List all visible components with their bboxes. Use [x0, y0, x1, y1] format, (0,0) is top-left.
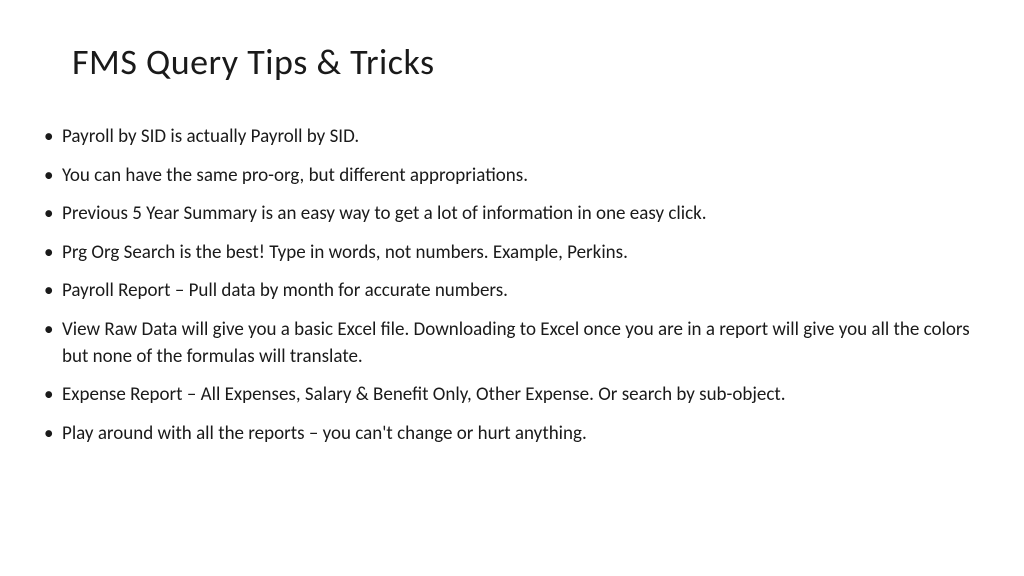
- slide-container: FMS Query Tips & Tricks Payroll by SID i…: [0, 0, 1024, 576]
- bullet-list: Payroll by SID is actually Payroll by SI…: [40, 124, 984, 447]
- list-item: Payroll by SID is actually Payroll by SI…: [40, 124, 984, 151]
- list-item: Payroll Report – Pull data by month for …: [40, 278, 984, 305]
- list-item: Previous 5 Year Summary is an easy way t…: [40, 201, 984, 228]
- list-item: Play around with all the reports – you c…: [40, 421, 984, 448]
- list-item: Expense Report – All Expenses, Salary & …: [40, 382, 984, 409]
- slide-title: FMS Query Tips & Tricks: [72, 40, 984, 84]
- list-item: Prg Org Search is the best! Type in word…: [40, 240, 984, 267]
- list-item: You can have the same pro-org, but diffe…: [40, 163, 984, 190]
- list-item: View Raw Data will give you a basic Exce…: [40, 317, 984, 370]
